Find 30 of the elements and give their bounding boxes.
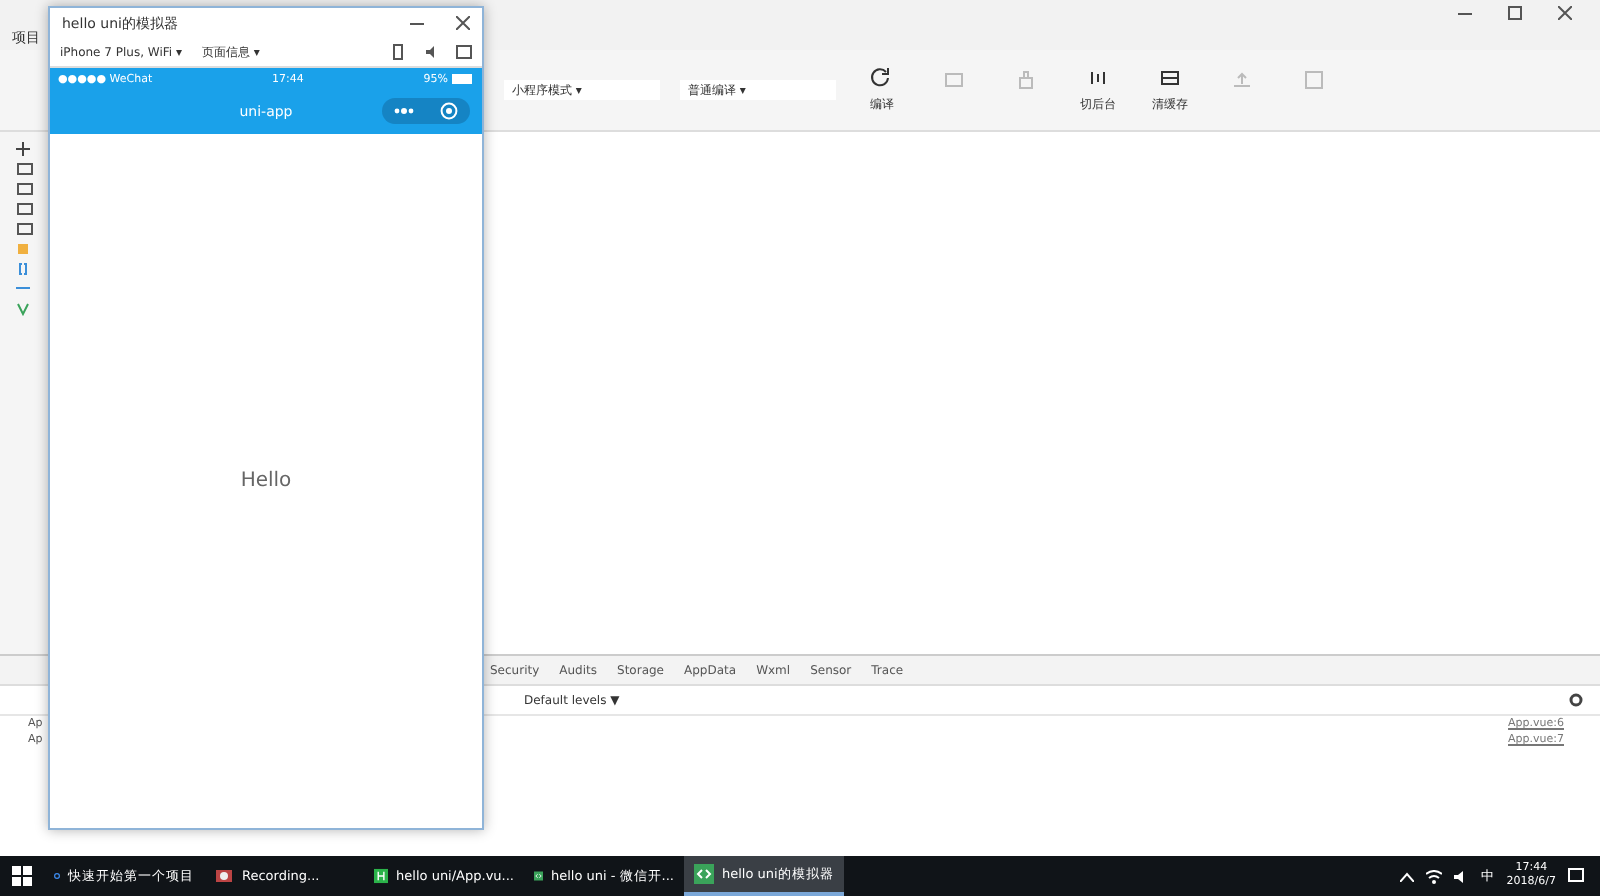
add-icon[interactable]: [16, 142, 30, 156]
refresh-icon: [870, 66, 894, 90]
bag-icon: [1014, 68, 1038, 92]
maximize-icon[interactable]: [1508, 5, 1522, 19]
monitor-icon: [942, 68, 966, 92]
square-icon: [1302, 68, 1326, 92]
capsule-menu[interactable]: [382, 98, 470, 124]
recorder-icon: [214, 866, 234, 886]
stack-icon: [1158, 66, 1182, 90]
chevron-up-icon[interactable]: [1400, 871, 1415, 881]
notification-icon[interactable]: [1568, 868, 1584, 884]
hello-text: Hello: [240, 470, 292, 492]
phone-icon[interactable]: [392, 44, 404, 60]
json-file-icon[interactable]: [16, 262, 30, 276]
sound-icon[interactable]: [424, 44, 436, 60]
close-icon[interactable]: [1558, 5, 1572, 19]
upload-icon: [1230, 68, 1254, 92]
code-icon: [534, 866, 543, 886]
vue-file-icon[interactable]: [16, 302, 30, 316]
screen-icon[interactable]: [456, 44, 472, 60]
close-icon[interactable]: [456, 16, 470, 30]
speaker-icon[interactable]: [1454, 869, 1469, 883]
more-icon[interactable]: [394, 108, 415, 114]
code-icon: [694, 864, 714, 884]
target-icon[interactable]: [439, 102, 458, 120]
settings-icon[interactable]: [1568, 692, 1584, 708]
bars-icon: [1086, 66, 1110, 90]
wifi-icon[interactable]: [1426, 869, 1443, 883]
editor-icon: [374, 866, 389, 886]
battery-icon: [451, 74, 474, 84]
